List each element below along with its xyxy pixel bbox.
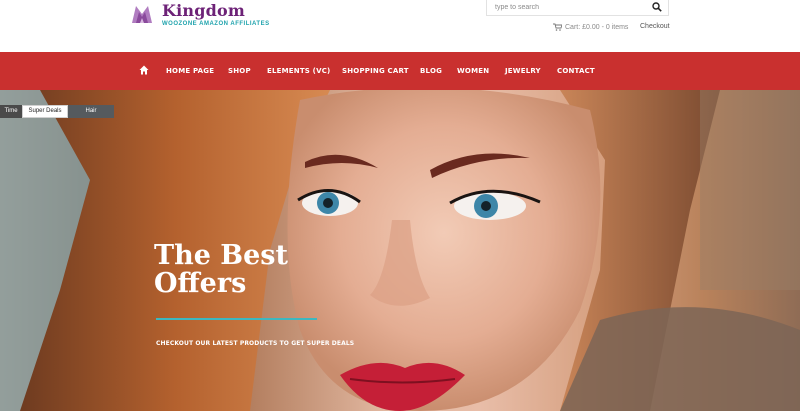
hero-title-line-2: Offers	[154, 268, 247, 299]
search-input[interactable]	[487, 0, 647, 15]
main-nav: HOME PAGE SHOP ELEMENTS (VC) SHOPPING CA…	[0, 52, 800, 90]
nav-item-blog[interactable]: BLOG	[420, 67, 442, 75]
nav-item-women[interactable]: WOMEN	[457, 67, 489, 75]
hero-portrait-image	[0, 90, 800, 411]
home-icon[interactable]	[139, 65, 149, 75]
tab-hair[interactable]: Hair	[68, 105, 114, 118]
checkout-link[interactable]: Checkout	[640, 23, 670, 30]
cart-label: Cart: £0.00 - 0 items	[565, 23, 629, 31]
hero-title: The Best Offers	[154, 242, 354, 298]
nav-item-shopping-cart[interactable]: SHOPPING CART	[342, 67, 409, 75]
cart-summary[interactable]: Cart: £0.00 - 0 items	[553, 23, 628, 31]
site-header: Kingdom WOOZONE AMAZON AFFILIATES Cart: …	[0, 0, 800, 52]
hero-title-line-1: The Best	[154, 240, 288, 271]
nav-item-elements[interactable]: ELEMENTS (VC)	[267, 67, 330, 75]
search-box	[486, 0, 669, 16]
brand-tagline: WOOZONE AMAZON AFFILIATES	[162, 21, 270, 27]
search-icon[interactable]	[652, 2, 662, 12]
nav-item-jewelry[interactable]: JEWELRY	[505, 67, 541, 75]
cart-icon	[553, 23, 562, 31]
tab-super-deals[interactable]: Super Deals	[22, 105, 68, 118]
hero-subtitle: CHECKOUT OUR LATEST PRODUCTS TO GET SUPE…	[156, 340, 355, 347]
hero-slider[interactable]: Time Super Deals Hair The Best Offers CH…	[0, 90, 800, 411]
tab-time[interactable]: Time	[0, 105, 22, 118]
kingdom-logo-icon[interactable]	[130, 2, 154, 24]
nav-item-shop[interactable]: SHOP	[228, 67, 251, 75]
hero-divider	[156, 318, 317, 320]
brand-name[interactable]: Kingdom	[162, 1, 245, 20]
nav-item-home-page[interactable]: HOME PAGE	[166, 67, 214, 75]
hero-tabs: Time Super Deals Hair	[0, 105, 114, 118]
nav-item-contact[interactable]: CONTACT	[557, 67, 595, 75]
